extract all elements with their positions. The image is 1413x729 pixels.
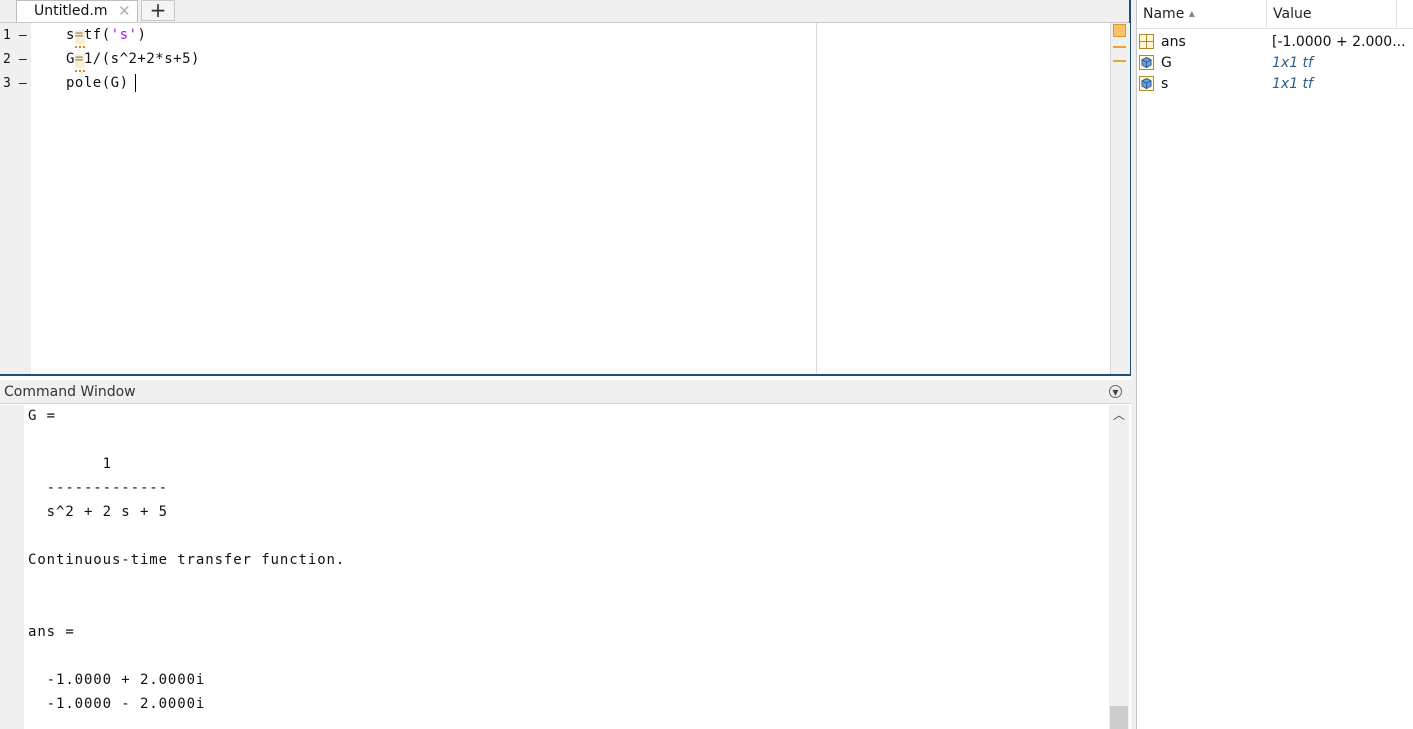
code-analyzer-bar[interactable] bbox=[1110, 23, 1130, 374]
warning-underline bbox=[75, 44, 85, 48]
code-string: 's' bbox=[110, 27, 138, 43]
breakpoint-marker[interactable]: – bbox=[19, 76, 27, 91]
workspace-row[interactable]: ans [-1.0000 + 2.000... bbox=[1137, 32, 1413, 53]
output-line: -1.0000 - 2.0000i bbox=[28, 696, 206, 712]
warning-mark[interactable] bbox=[1113, 46, 1126, 48]
object-icon bbox=[1139, 76, 1154, 91]
code-text: ) bbox=[137, 27, 147, 43]
code-text: s=tf( bbox=[66, 27, 111, 43]
output-line: G = bbox=[28, 408, 56, 424]
right-margin-line bbox=[816, 23, 817, 374]
workspace-row[interactable]: s 1x1 tf bbox=[1137, 74, 1413, 95]
add-tab-button[interactable]: + bbox=[141, 0, 175, 21]
line-number: 3 bbox=[3, 76, 11, 91]
variable-name: s bbox=[1161, 76, 1169, 92]
analyzer-status-icon[interactable] bbox=[1113, 24, 1126, 37]
warning-mark[interactable] bbox=[1113, 60, 1126, 62]
panel-divider[interactable] bbox=[1136, 0, 1137, 729]
matrix-icon bbox=[1139, 34, 1154, 49]
workspace-header: Name ▲ Value bbox=[1137, 0, 1413, 29]
scrollbar-thumb[interactable] bbox=[1110, 706, 1128, 729]
line-number: 1 bbox=[3, 28, 11, 43]
column-header-value[interactable]: Value bbox=[1273, 6, 1311, 22]
output-line: Continuous-time transfer function. bbox=[28, 552, 346, 568]
workspace-row[interactable]: G 1x1 tf bbox=[1137, 53, 1413, 74]
output-line: ------------- bbox=[28, 480, 168, 496]
variable-value: [-1.0000 + 2.000... bbox=[1272, 34, 1406, 50]
sort-ascending-icon: ▲ bbox=[1188, 9, 1195, 18]
breakpoint-marker[interactable]: – bbox=[19, 28, 27, 43]
line-number: 2 bbox=[3, 52, 11, 67]
column-separator[interactable] bbox=[1266, 0, 1267, 29]
tab-untitled-m[interactable]: Untitled.m ✕ bbox=[16, 0, 138, 22]
chevron-down-icon[interactable]: ▼ bbox=[1109, 385, 1122, 398]
column-header-name[interactable]: Name ▲ bbox=[1143, 6, 1195, 22]
output-line: -1.0000 + 2.0000i bbox=[28, 672, 206, 688]
object-icon bbox=[1139, 55, 1154, 70]
variable-value: 1x1 tf bbox=[1272, 55, 1313, 71]
scroll-up-icon[interactable]: ︿ bbox=[1109, 405, 1129, 423]
warning-highlight bbox=[75, 54, 85, 68]
output-line: s^2 + 2 s + 5 bbox=[28, 504, 168, 520]
warning-underline bbox=[75, 68, 85, 72]
code-line-2[interactable]: G=1/(s^2+2*s+5) bbox=[66, 51, 200, 67]
command-window-scrollbar[interactable] bbox=[1109, 405, 1129, 729]
column-separator[interactable] bbox=[1396, 0, 1397, 29]
command-window-margin bbox=[0, 405, 24, 729]
command-window-title: Command Window bbox=[4, 384, 136, 400]
command-window-header bbox=[0, 380, 1131, 404]
close-icon[interactable]: ✕ bbox=[118, 2, 131, 20]
tab-label: Untitled.m bbox=[34, 3, 108, 19]
variable-value: 1x1 tf bbox=[1272, 76, 1313, 92]
variable-name: G bbox=[1161, 55, 1172, 71]
output-line: 1 bbox=[28, 456, 112, 472]
breakpoint-marker[interactable]: – bbox=[19, 52, 27, 67]
variable-name: ans bbox=[1161, 34, 1186, 50]
output-line: ans = bbox=[28, 624, 75, 640]
code-line-3[interactable]: pole(G) bbox=[66, 75, 129, 91]
text-cursor bbox=[135, 74, 136, 92]
column-label: Name bbox=[1143, 6, 1185, 22]
workspace-panel bbox=[1131, 0, 1413, 729]
warning-highlight bbox=[75, 30, 85, 44]
